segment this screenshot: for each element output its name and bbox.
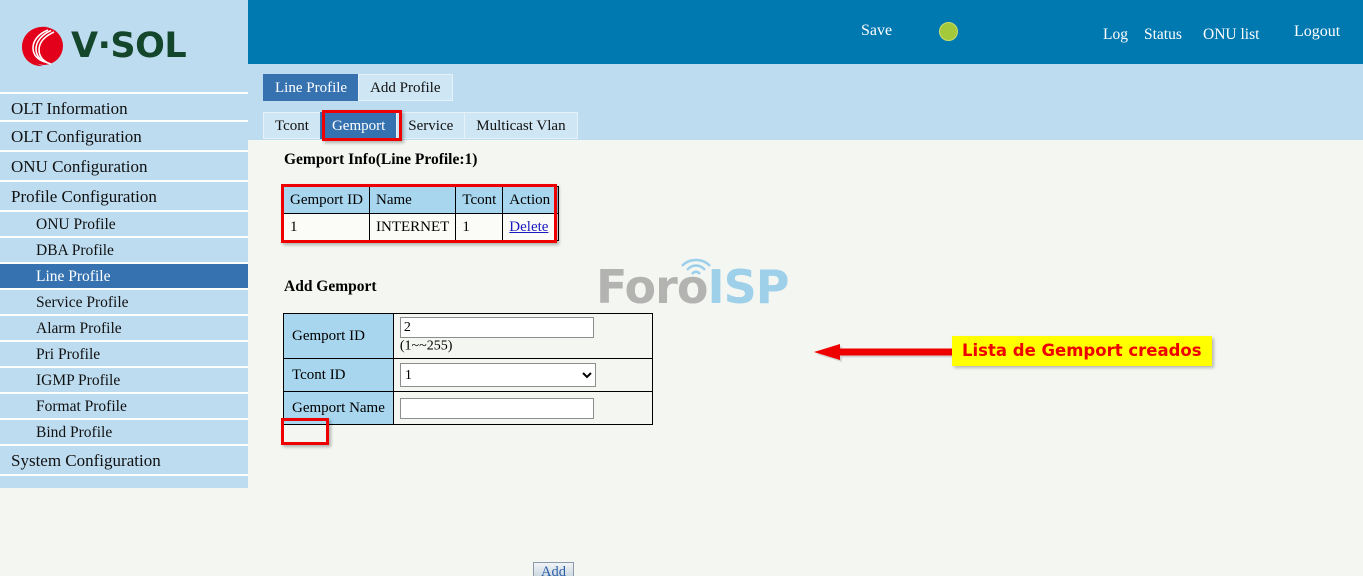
secondary-tab-row: Tcont Gemport Service Multicast Vlan (263, 112, 578, 139)
add-gemport-form-table: Gemport ID (1~~255) Tcont ID 1 Gemp (283, 313, 653, 425)
gemport-id-input[interactable] (399, 317, 594, 338)
sidebar-item-service-profile[interactable]: Service Profile (0, 290, 248, 316)
primary-tab-row: Line Profile Add Profile (263, 74, 453, 101)
sidebar-item-bind-profile[interactable]: Bind Profile (0, 420, 248, 446)
cell-tcont: 1 (455, 213, 504, 241)
sidebar-item-dba-profile[interactable]: DBA Profile (0, 238, 248, 264)
field-tcont-id-cell: 1 (392, 358, 653, 392)
sidebar-item-pri-profile[interactable]: Pri Profile (0, 342, 248, 368)
label-gemport-name: Gemport Name (283, 391, 394, 425)
tab-zone: Line Profile Add Profile Tcont Gemport Serv… (248, 64, 1363, 140)
header-link-onu-list[interactable]: ONU list (1203, 26, 1259, 44)
brand-logo-area: V·SOL (0, 0, 248, 92)
label-tcont-id: Tcont ID (283, 358, 394, 392)
col-header-tcont: Tcont (455, 186, 504, 214)
foroisp-watermark: ForoISP (596, 250, 796, 312)
col-header-action: Action (502, 186, 560, 214)
tab-multicast-vlan[interactable]: Multicast Vlan (464, 112, 578, 139)
gemport-info-table-body: 1 INTERNET 1 Delete (283, 213, 560, 241)
sidebar-menu: OLT Information OLT Configuration ONU Conf… (0, 92, 248, 476)
save-button[interactable]: Save (861, 22, 892, 40)
vsol-sphere-icon (18, 23, 64, 69)
sidebar-item-profile-configuration[interactable]: Profile Configuration (0, 182, 248, 212)
watermark-isp: ISP (707, 260, 789, 314)
field-gemport-id-cell: (1~~255) (392, 313, 653, 359)
gemport-id-range-hint: (1~~255) (399, 338, 453, 354)
vsol-wordmark: V·SOL (71, 26, 187, 66)
gemport-info-table: Gemport ID Name Tcont Action 1 INTERNET … (283, 186, 560, 241)
add-button[interactable]: Add (533, 562, 574, 576)
olt-web-management-page: V·SOL OLT Information OLT Configuration ON… (0, 0, 1363, 576)
col-header-gemport-id: Gemport ID (283, 186, 370, 214)
annotation-arrow-icon (814, 344, 954, 364)
watermark-foro: Foro (596, 260, 708, 314)
sidebar-item-system-configuration[interactable]: System Configuration (0, 446, 248, 476)
sidebar-item-igmp-profile[interactable]: IGMP Profile (0, 368, 248, 394)
tab-service[interactable]: Service (396, 112, 466, 139)
connection-status-indicator (939, 22, 958, 41)
main-content: Gemport Info(Line Profile:1) Gemport ID … (248, 140, 1363, 576)
sidebar-item-alarm-profile[interactable]: Alarm Profile (0, 316, 248, 342)
header-link-logout[interactable]: Logout (1294, 23, 1340, 41)
form-row-gemport-id: Gemport ID (1~~255) (283, 313, 653, 359)
field-gemport-name-cell (392, 391, 653, 425)
top-header-bar: Save Log Status ONU list Logout (248, 0, 1363, 64)
tab-line-profile[interactable]: Line Profile (263, 74, 360, 101)
header-link-log[interactable]: Log (1103, 26, 1128, 44)
col-header-name: Name (368, 186, 457, 214)
label-gemport-id: Gemport ID (283, 313, 394, 359)
gemport-info-table-head: Gemport ID Name Tcont Action (283, 186, 560, 214)
gemport-name-input[interactable] (399, 397, 594, 419)
vsol-logo: V·SOL (18, 23, 187, 69)
header-link-status[interactable]: Status (1144, 26, 1182, 44)
table-row: 1 INTERNET 1 Delete (283, 213, 560, 241)
sidebar-item-format-profile[interactable]: Format Profile (0, 394, 248, 420)
cell-gemport-id: 1 (283, 213, 370, 241)
tab-add-profile[interactable]: Add Profile (358, 74, 453, 101)
gemport-info-title: Gemport Info(Line Profile:1) (284, 151, 478, 168)
sidebar-item-onu-configuration[interactable]: ONU Configuration (0, 152, 248, 182)
tcont-id-select[interactable]: 1 (399, 363, 596, 387)
sidebar-item-olt-configuration[interactable]: OLT Configuration (0, 122, 248, 152)
add-gemport-title: Add Gemport (284, 278, 377, 295)
annotation-label: Lista de Gemport creados (952, 336, 1212, 366)
cell-action: Delete (502, 213, 560, 241)
table-header-row: Gemport ID Name Tcont Action (283, 186, 560, 214)
delete-link[interactable]: Delete (509, 219, 548, 235)
sidebar-item-line-profile[interactable]: Line Profile (0, 264, 248, 290)
form-row-gemport-name: Gemport Name (283, 391, 653, 425)
watermark-text: ForoISP (596, 264, 789, 310)
cell-name: INTERNET (368, 213, 457, 241)
form-row-tcont-id: Tcont ID 1 (283, 358, 653, 392)
tab-gemport[interactable]: Gemport (319, 112, 398, 139)
sidebar-item-onu-profile[interactable]: ONU Profile (0, 212, 248, 238)
tab-tcont[interactable]: Tcont (263, 112, 321, 139)
sidebar-item-olt-information[interactable]: OLT Information (0, 92, 248, 122)
sidebar: V·SOL OLT Information OLT Configuration ON… (0, 0, 248, 488)
